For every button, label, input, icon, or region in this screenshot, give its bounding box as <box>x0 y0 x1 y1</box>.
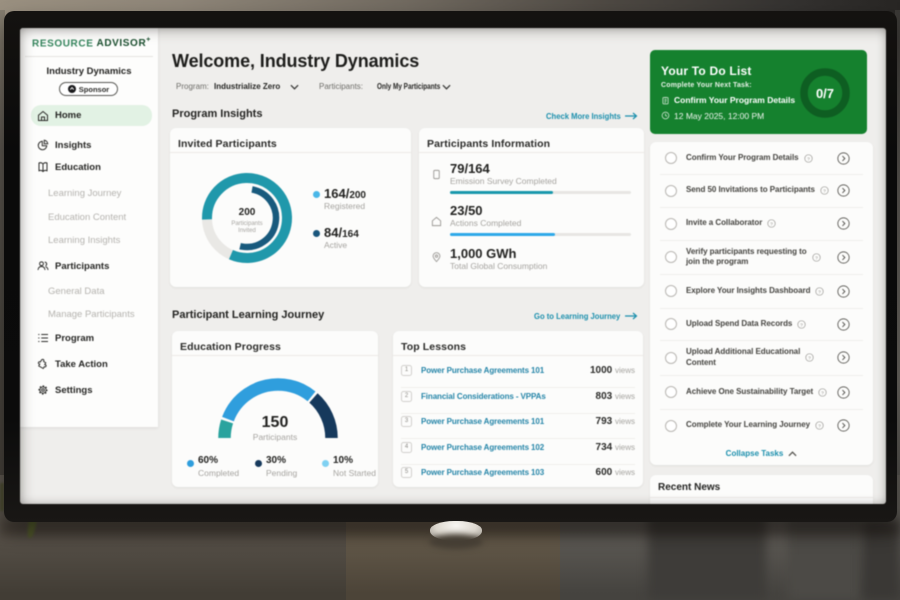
svg-text:?: ? <box>821 390 824 396</box>
svg-text:?: ? <box>808 355 811 361</box>
svg-text:?: ? <box>818 423 821 429</box>
svg-text:?: ? <box>823 188 826 194</box>
svg-text:?: ? <box>815 255 818 261</box>
svg-text:?: ? <box>807 156 810 162</box>
svg-text:0/7: 0/7 <box>816 86 834 101</box>
svg-text:200: 200 <box>239 207 256 218</box>
svg-text:Invited: Invited <box>238 228 256 234</box>
svg-text:?: ? <box>770 221 773 227</box>
svg-text:?: ? <box>819 289 822 295</box>
svg-text:Participants: Participants <box>231 221 262 227</box>
svg-text:?: ? <box>800 322 803 328</box>
